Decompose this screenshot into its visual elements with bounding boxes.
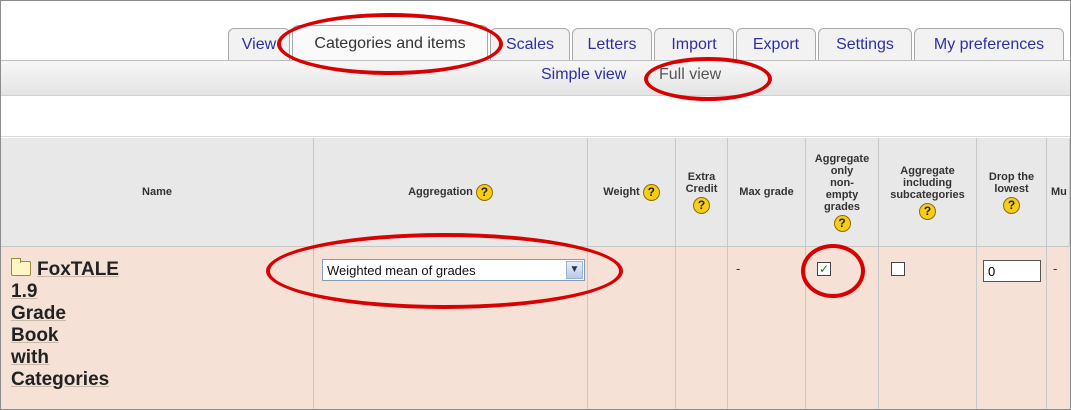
header-name-label: Name	[142, 186, 172, 198]
header-line: lowest	[994, 182, 1029, 195]
header-truncated: Mu	[1047, 138, 1070, 246]
header-line: Aggregate	[900, 164, 955, 177]
tab-categories-and-items[interactable]: Categories and items	[292, 25, 488, 61]
header-drop-lowest: Drop the lowest ?	[977, 138, 1047, 246]
header-max-grade: Max grade	[728, 138, 806, 246]
tab-import[interactable]: Import	[654, 28, 734, 60]
help-icon[interactable]: ?	[693, 196, 710, 214]
header-line: subcategories	[890, 188, 965, 201]
tab-bar: View Categories and items Scales Letters…	[1, 1, 1070, 61]
cell-extra-credit	[676, 247, 728, 409]
header-name: Name	[1, 138, 314, 246]
aggregate-subcategories-checkbox[interactable]	[891, 262, 905, 276]
view-switcher: Simple view Full view	[1, 60, 1070, 96]
header-truncated-label: Mu	[1051, 186, 1067, 198]
header-line: empty	[825, 188, 859, 201]
aggregation-select-value: Weighted mean of grades	[327, 263, 476, 278]
header-weight-label: Weight	[603, 186, 640, 198]
aggregate-non-empty-checkbox[interactable]: ✓	[817, 262, 831, 276]
header-line: grades	[823, 200, 861, 213]
category-row: FoxTALE 1.9 Grade Book with Categories W…	[1, 246, 1070, 409]
header-line: Drop the	[988, 170, 1035, 183]
header-weight: Weight?	[588, 138, 676, 246]
help-icon[interactable]: ?	[833, 214, 851, 232]
gradebook-window: View Categories and items Scales Letters…	[0, 0, 1071, 410]
grade-categories-table: Name Aggregation? Weight? Extra Credit ?…	[1, 138, 1070, 409]
cell-drop-lowest	[977, 247, 1047, 409]
cell-aggregation: Weighted mean of grades ▼	[314, 247, 588, 409]
cell-truncated: -	[1047, 247, 1070, 409]
cell-aggregate-non-empty: ✓	[806, 247, 879, 409]
header-max-grade-label: Max grade	[739, 186, 794, 198]
tab-settings[interactable]: Settings	[818, 28, 912, 60]
header-aggregation: Aggregation?	[314, 138, 588, 246]
folder-icon	[11, 258, 31, 277]
help-icon[interactable]: ?	[642, 183, 660, 201]
truncated-value: -	[1053, 261, 1058, 276]
tab-export[interactable]: Export	[736, 28, 816, 60]
tab-scales[interactable]: Scales	[490, 28, 570, 60]
category-name[interactable]: FoxTALE 1.9 Grade Book with Categories	[11, 258, 119, 391]
tab-my-preferences[interactable]: My preferences	[914, 28, 1064, 60]
spacer-row	[1, 96, 1070, 137]
header-line: only	[830, 164, 854, 177]
tab-letters[interactable]: Letters	[572, 28, 652, 60]
max-grade-value: -	[736, 261, 741, 276]
help-icon[interactable]: ?	[919, 202, 936, 220]
header-line: including	[903, 176, 952, 189]
help-icon[interactable]: ?	[475, 183, 493, 201]
cell-max-grade: -	[728, 247, 806, 409]
header-extra-credit: Extra Credit ?	[676, 138, 728, 246]
chevron-down-icon[interactable]: ▼	[566, 261, 583, 279]
cell-weight	[588, 247, 676, 409]
full-view-current: Full view	[659, 66, 722, 83]
drop-lowest-input[interactable]	[983, 260, 1041, 282]
header-aggregate-non-empty: Aggregate only non- empty grades ?	[806, 138, 879, 246]
header-extra-credit-line: Extra	[687, 170, 716, 183]
header-extra-credit-line: Credit	[685, 182, 718, 195]
simple-view-link[interactable]: Simple view	[541, 66, 626, 84]
header-aggregation-label: Aggregation	[408, 186, 473, 198]
tab-view[interactable]: View	[228, 28, 290, 60]
header-line: non-	[830, 176, 854, 189]
cell-name: FoxTALE 1.9 Grade Book with Categories	[1, 247, 314, 409]
header-line: Aggregate	[814, 152, 870, 165]
cell-aggregate-subcategories	[879, 247, 977, 409]
aggregation-select[interactable]: Weighted mean of grades ▼	[322, 259, 585, 281]
header-aggregate-subcategories: Aggregate including subcategories ?	[879, 138, 977, 246]
help-icon[interactable]: ?	[1003, 196, 1020, 214]
